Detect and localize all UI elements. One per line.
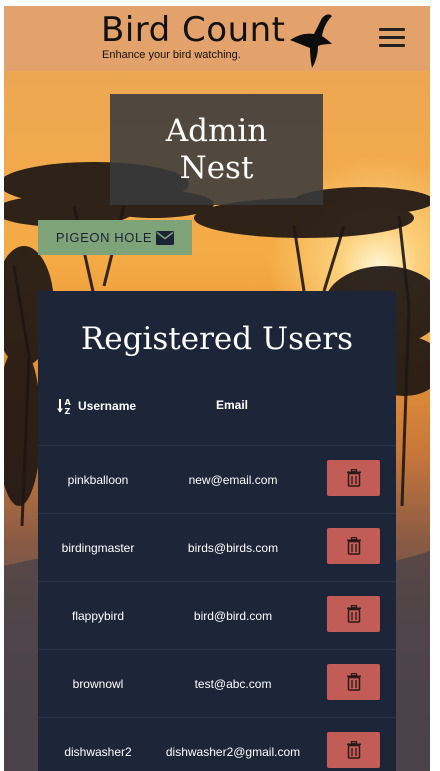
site-title[interactable]: Bird Count	[101, 10, 286, 50]
email-cell: dishwasher2@gmail.com	[165, 745, 301, 759]
table-row: dishwasher2 dishwasher2@gmail.com	[38, 717, 396, 771]
trash-icon	[346, 469, 361, 487]
username-column-header[interactable]: A Z Username	[56, 397, 136, 415]
email-cell: birds@birds.com	[187, 541, 279, 555]
trash-icon	[346, 673, 361, 691]
delete-user-button[interactable]	[327, 528, 380, 564]
panel-title: Registered Users	[80, 321, 354, 357]
email-cell: new@email.com	[188, 473, 278, 487]
heading-line2: Nest	[179, 149, 254, 186]
sort-alpha-down-icon: A Z	[57, 398, 72, 415]
email-cell: test@abc.com	[194, 677, 272, 691]
envelope-icon	[156, 230, 175, 245]
email-cell: bird@bird.com	[193, 609, 273, 623]
delete-user-button[interactable]	[327, 460, 380, 496]
site-header: Bird Count Enhance your bird watching.	[4, 6, 430, 71]
username-cell: dishwasher2	[64, 745, 132, 759]
hamburger-menu-icon[interactable]	[376, 24, 408, 54]
trash-icon	[346, 741, 361, 759]
username-header-label: Username	[78, 399, 137, 413]
admin-nest-heading: Admin Nest	[110, 94, 323, 205]
registered-users-panel: Registered Users A Z Username Email pink…	[38, 291, 396, 771]
pigeon-hole-label: PIGEON HOLE	[55, 230, 153, 245]
pigeon-hole-button[interactable]: PIGEON HOLE	[38, 220, 192, 255]
delete-user-button[interactable]	[327, 664, 380, 700]
table-row: flappybird bird@bird.com	[38, 581, 396, 650]
delete-user-button[interactable]	[327, 732, 380, 768]
svg-text:A: A	[65, 398, 72, 407]
email-column-header: Email	[216, 398, 249, 412]
table-row: pinkballoon new@email.com	[38, 445, 396, 514]
page-background: Bird Count Enhance your bird watching. A…	[4, 6, 430, 771]
username-cell: flappybird	[71, 609, 125, 623]
delete-user-button[interactable]	[327, 596, 380, 632]
username-cell: birdingmaster	[61, 541, 135, 555]
flying-bird-icon	[290, 14, 332, 68]
table-row: birdingmaster birds@birds.com	[38, 513, 396, 582]
username-cell: pinkballoon	[67, 473, 129, 487]
trash-icon	[346, 537, 361, 555]
table-row: brownowl test@abc.com	[38, 649, 396, 718]
heading-line1: Admin	[165, 112, 268, 149]
trash-icon	[346, 605, 361, 623]
username-cell: brownowl	[72, 677, 124, 691]
site-tagline: Enhance your bird watching.	[102, 49, 241, 61]
svg-text:Z: Z	[65, 407, 71, 415]
